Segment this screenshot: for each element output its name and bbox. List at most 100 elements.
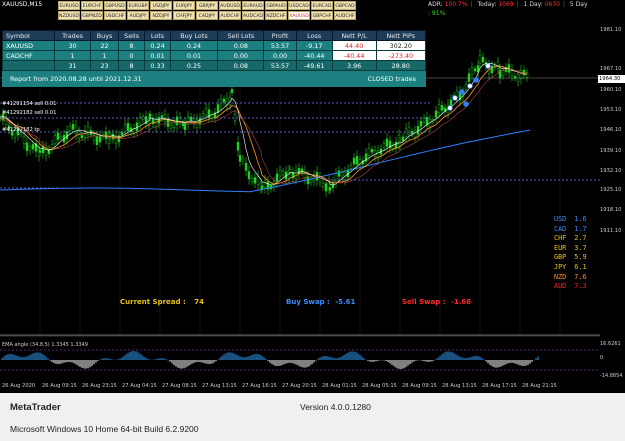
order-label[interactable]: #41292182 sell 0.01 [2,110,56,116]
table-cell: 8 [117,60,146,71]
table-cell: -9.17 [295,40,333,51]
pair-button-usdjpy[interactable]: USDJPY [150,1,172,10]
adr-readout: ADR: 100.7% | Today: 1069 | 1 Day: 0670 | 5… [428,1,588,8]
trade-marker[interactable] [485,63,491,69]
table-cell: 0.08 [217,60,265,71]
pair-button-nzdchf[interactable]: NZDCHF [265,11,287,20]
currency-row: USD 1.6 [554,215,587,225]
adr-5day-label: 5 Day [569,1,588,8]
time-tick: 28 Aug 17:15 [482,383,517,389]
report-bar: Report from 2020.08.28 until 2021.12.31 … [2,71,426,87]
table-cell: -49.61 [295,60,333,71]
currency-row: NZD 7.6 [554,273,587,283]
trade-marker[interactable] [452,95,458,101]
table-cell: 53.57 [263,60,297,71]
column-header: Sells [117,30,146,41]
time-axis[interactable]: 26 Aug 2020 26 Aug 09:15 26 Aug 23:15 27 Au… [0,382,600,393]
currency-code: GBP [554,253,567,262]
currency-value: 1.6 [574,215,587,223]
trade-marker[interactable] [447,105,453,111]
indicator-min: -14.8854 [600,373,623,379]
pair-button-chfjpy[interactable]: CHFJPY [173,11,195,20]
currency-value: 1.7 [574,224,587,233]
pair-button-audchf[interactable]: AUDCHF [334,11,356,20]
report-range: Report from 2020.08.28 until 2021.12.31 [10,75,142,83]
pair-button-gbpusd[interactable]: GBPUSD [104,1,126,10]
pair-button-audchf[interactable]: AUDCHF [219,11,241,20]
currency-code: EUR [554,243,567,252]
table-cell: 31 [53,60,92,71]
pair-button-gbpjpy[interactable]: GBPJPY [196,1,218,10]
currency-value: 7.6 [574,272,587,281]
pair-button-eurgbp[interactable]: EURGBP [127,1,149,10]
pair-button-nzdusd[interactable]: NZDUSD [58,11,80,20]
pair-button-euraud[interactable]: EURAUD [242,1,264,10]
pair-button-usdchf[interactable]: USDCHF [104,11,126,20]
currency-value: 2.7 [574,234,587,243]
buy-swap-value: -5.61 [335,298,356,306]
trade-marker[interactable] [473,77,479,83]
table-cell: 0.00 [217,50,265,61]
order-label[interactable]: #41292182 tp [2,127,40,133]
column-header: Lots [144,30,171,41]
column-header: Nett PIPs [375,30,427,41]
trade-stats-header-row: Symbol Trades Buys Sells Lots Buy Lots Sell Lo… [2,30,427,41]
sell-swap-value: -1.66 [450,298,472,306]
price-tick: 1911.10 [600,228,622,234]
trade-marker[interactable] [463,101,469,107]
currency-row: CAD 1.7 [554,225,587,235]
time-tick: 27 Aug 16:15 [242,383,277,389]
sell-swap: Sell Swap : -1.66 [402,298,471,306]
time-tick: 27 Aug 08:15 [162,383,197,389]
pair-button-gbpcad[interactable]: GBPCAD [334,1,356,10]
pair-button-audcad[interactable]: AUDCAD [242,11,264,20]
table-cell: -273.40 [375,50,427,61]
about-panel: MetaTrader Version 4.0.0.1280 Microsoft … [0,393,625,441]
pair-button-eurcad[interactable]: EURCAD [311,1,333,10]
currency-code: CAD [554,224,567,233]
pair-button-eurchf[interactable]: EURCHF [81,1,103,10]
pair-button-usdcad[interactable]: USDCAD [288,1,310,10]
time-tick: 27 Aug 04:15 [122,383,157,389]
price-axis[interactable]: 1981.10 1967.10 1960.10 1953.10 1946.10 1939.… [598,0,625,335]
current-spread: Current Spread : 74 [120,298,204,306]
trade-marker[interactable] [459,89,465,95]
time-tick: 28 Aug 05:15 [362,383,397,389]
column-header: Nett P/L [331,30,377,41]
table-cell: 3.96 [331,60,377,71]
table-cell: 0.08 [217,40,265,51]
pair-button-cadjpy[interactable]: CADJPY [196,11,218,20]
os-info: Microsoft Windows 10 Home 64-bit Build 6… [10,424,199,434]
pair-button-gbpaud[interactable]: GBPAUD [265,1,287,10]
pair-button-eurusd[interactable]: EURUSD [58,1,80,10]
chart-window[interactable]: XAUUSD,M15 EURUSD EURCHF GBPUSD EURGBP USDJP… [0,0,625,393]
table-cell: -40.44 [295,50,333,61]
currency-code: JPY [554,262,567,271]
table-cell: 0.33 [144,60,171,71]
table-cell: 0.24 [144,40,171,51]
buy-swap: Buy Swap : -5.61 [286,298,355,306]
pair-button-audjpy[interactable]: AUDJPY [127,11,149,20]
currency-row: GBP 5.9 [554,253,587,263]
pair-button-eurjpy[interactable]: EURJPY [173,1,195,10]
sell-swap-label: Sell Swap : [402,298,446,306]
pair-button-gbpchf[interactable]: GBPCHF [311,11,333,20]
order-label[interactable]: #41291154 sell 0.01 [2,101,56,107]
buy-swap-label: Buy Swap : [286,298,330,306]
price-tick: 1939.10 [600,148,622,154]
table-cell: 1 [90,50,119,61]
pair-button-audusd[interactable]: AUDUSD [219,1,241,10]
column-header: Buy Lots [169,30,219,41]
trade-marker[interactable] [467,83,473,89]
adr-today-label: Today: [477,1,497,8]
pair-button-gbpnzd[interactable]: GBPNZD [81,11,103,20]
table-cell: 0.01 [144,50,171,61]
pair-button-xauusd[interactable]: XAUUSD [288,11,310,20]
pair-button-nzdjpy[interactable]: NZDJPY [150,11,172,20]
current-price-marker: 1964.30 [598,75,625,83]
price-tick: 1918.10 [600,207,622,213]
table-cell: CADCHF [2,50,55,61]
price-tick: 1981.10 [600,27,622,33]
time-tick: 28 Aug 01:15 [322,383,357,389]
time-tick: 27 Aug 20:15 [282,383,317,389]
